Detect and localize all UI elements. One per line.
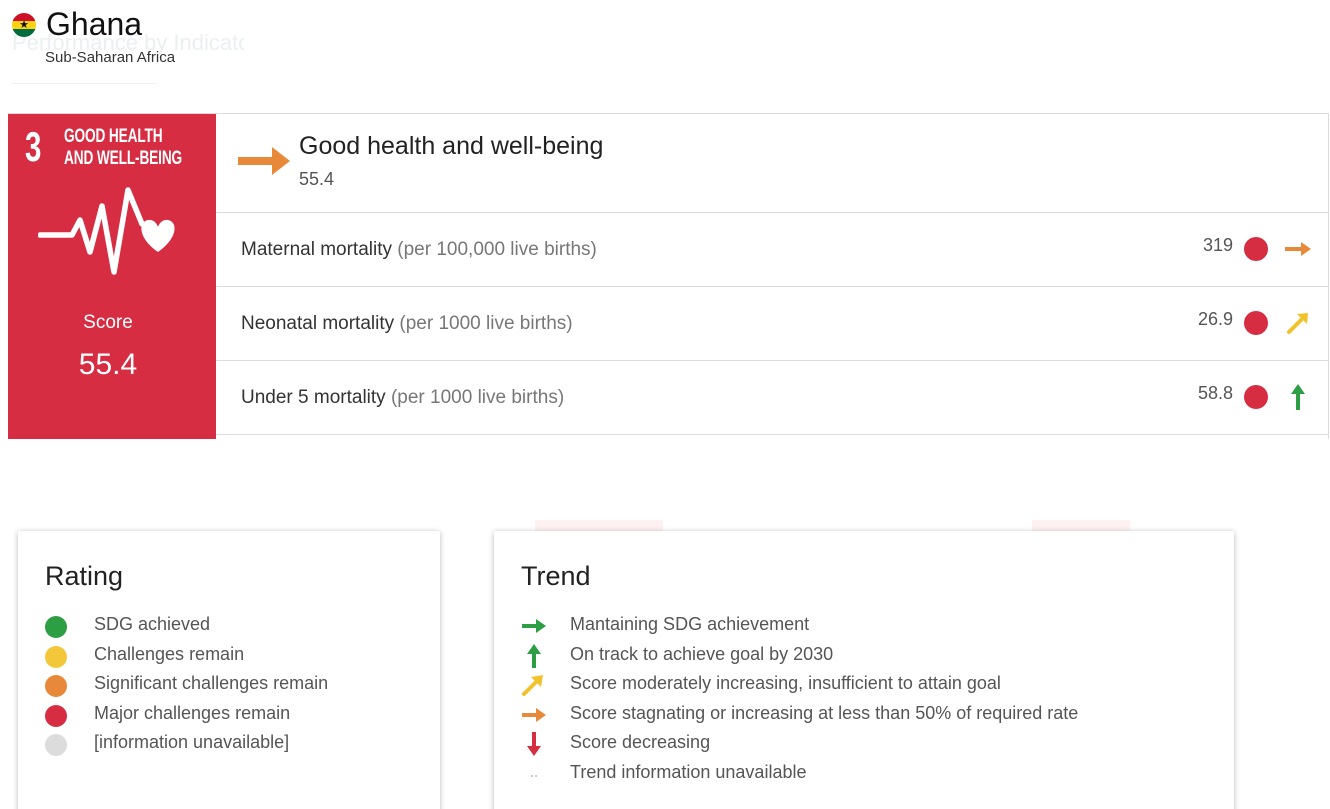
header-divider <box>12 83 157 84</box>
arrow-right-icon <box>238 147 290 175</box>
sdg-goal-tile: 3 GOOD HEALTH AND WELL-BEING Score 55.4 <box>8 114 216 439</box>
score-value: 55.4 <box>78 348 138 381</box>
goal-card: 3 GOOD HEALTH AND WELL-BEING Score 55.4 … <box>8 113 1329 439</box>
indicator-row[interactable]: Maternal mortality (per 100,000 live bir… <box>216 213 1328 287</box>
rating-dot <box>1244 237 1268 261</box>
rating-legend: Rating SDG achieved Challenges remain Si… <box>18 531 440 809</box>
red-dot-icon <box>45 704 67 727</box>
ghana-flag-icon: ★ <box>12 13 36 37</box>
indicator-name: Maternal mortality <box>241 239 392 260</box>
indicator-value: 319 <box>1202 235 1233 255</box>
arrow-up-icon <box>527 643 541 668</box>
indicator-name: Under 5 mortality <box>241 387 386 408</box>
arrow-right-icon <box>522 707 546 722</box>
yellow-dot-icon <box>45 645 67 668</box>
arrow-right-icon <box>522 619 546 633</box>
indicator-name: Neonatal mortality <box>241 313 395 334</box>
arrow-down-icon <box>527 732 541 756</box>
arrow-right-icon <box>1285 242 1311 256</box>
dots-icon <box>531 774 537 777</box>
indicator-value: 58.8 <box>1197 383 1233 403</box>
arrow-up-right-icon <box>522 675 543 696</box>
orange-dot-icon <box>45 675 67 697</box>
rating-dot <box>1244 311 1268 335</box>
rating-dot <box>1244 385 1268 409</box>
green-dot-icon <box>45 616 67 638</box>
goal-title: Good health and well-being <box>299 132 604 160</box>
rating-legend-title: Rating <box>45 561 124 591</box>
indicator-unit: (per 100,000 live births) <box>397 239 597 260</box>
indicator-unit: (per 1000 live births) <box>390 387 565 408</box>
arrow-up-icon <box>1291 384 1305 410</box>
goal-score: 55.4 <box>299 169 335 189</box>
country-name: Ghana <box>46 6 143 42</box>
heartbeat-icon <box>38 187 175 275</box>
arrow-up-right-icon <box>1287 313 1308 334</box>
goal-header[interactable]: Good health and well-being 55.4 <box>216 114 1328 213</box>
indicator-value: 26.9 <box>1197 309 1233 329</box>
grey-dot-icon <box>45 734 67 756</box>
trend-legend: Trend Mantaining SDG achievement On trac… <box>494 531 1234 809</box>
region-name: Sub-Saharan Africa <box>45 49 176 66</box>
score-label: Score <box>83 312 133 333</box>
goal-number: 3 <box>25 123 42 170</box>
indicator-row[interactable]: Neonatal mortality (per 1000 live births… <box>216 287 1328 361</box>
indicator-unit: (per 1000 live births) <box>399 313 573 334</box>
trend-legend-title: Trend <box>521 561 591 591</box>
goal-tile-name: GOOD HEALTH AND WELL-BEING <box>64 126 183 169</box>
indicator-row[interactable]: Under 5 mortality (per 1000 live births)… <box>216 361 1328 435</box>
